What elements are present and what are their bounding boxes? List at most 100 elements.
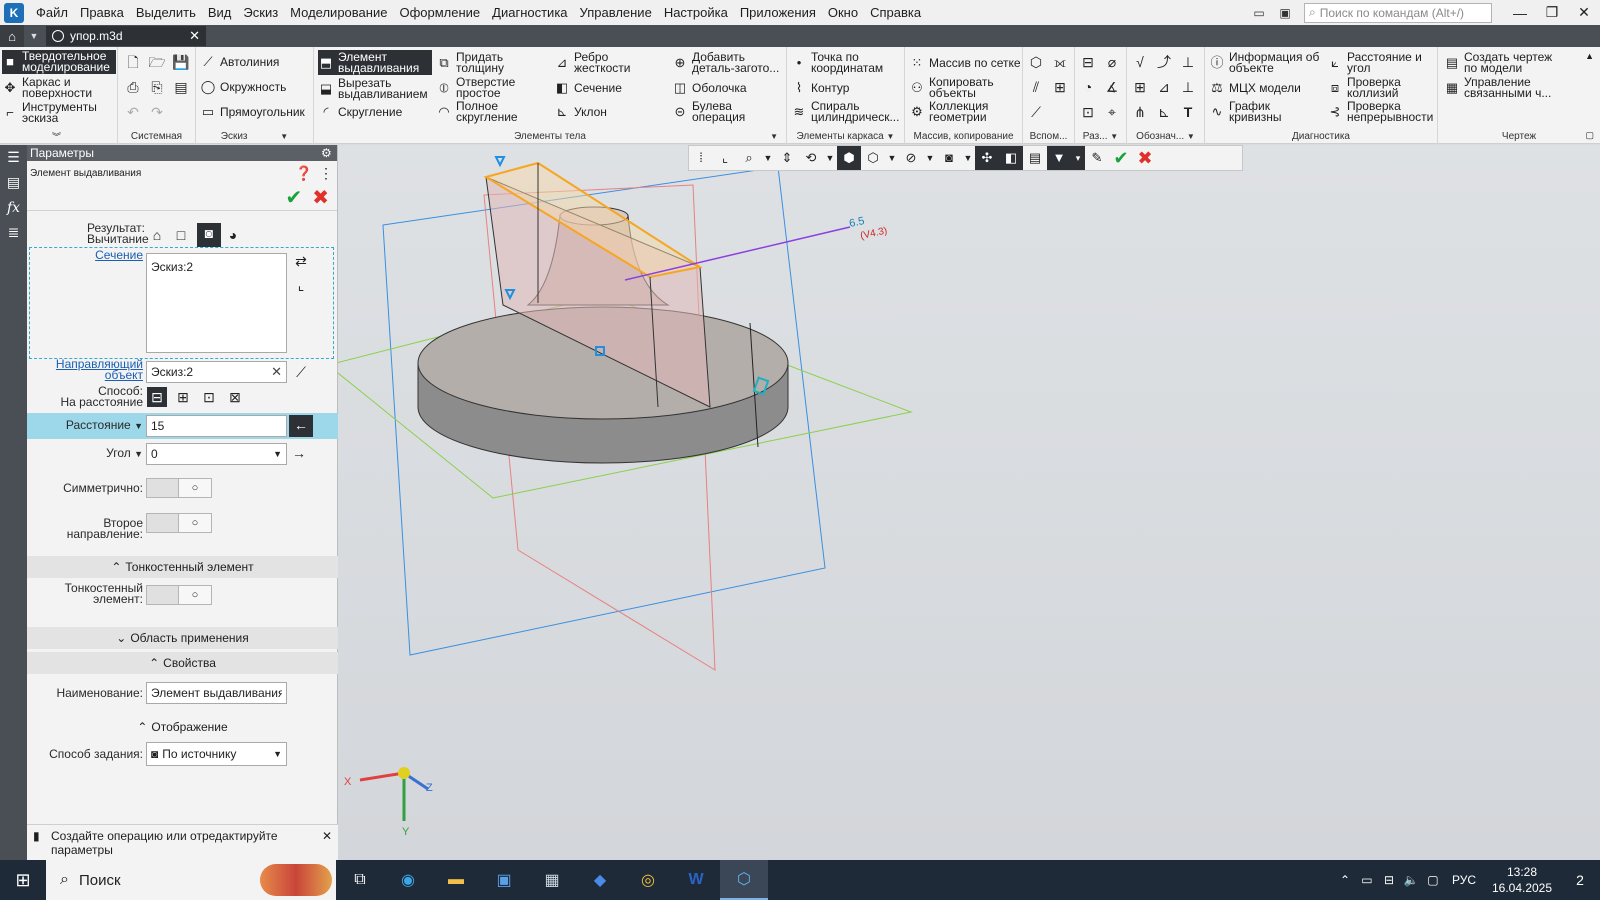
- full-fillet-button[interactable]: ◠ Полное скругление: [436, 100, 546, 123]
- rectangle-button[interactable]: ▭ Прямоугольник: [200, 104, 305, 120]
- angle-select[interactable]: 0 ▼: [146, 443, 287, 465]
- thin-wall-toggle[interactable]: ○: [146, 585, 212, 605]
- menu-sketch[interactable]: Эскиз: [237, 0, 284, 25]
- 3d-viewport[interactable]: 6.5 (V4.3) X Y Z ⁞ ⌞ ⌕ ▼ ⇕ ⟲ ▼ ⬢ ⬡ ▼ ⊘ ▼…: [338, 145, 1600, 860]
- mass-properties-button[interactable]: ⚖ МЦХ модели: [1209, 80, 1301, 96]
- panel-settings-gear-icon[interactable]: ⚙: [321, 146, 337, 160]
- rotate-dropdown-icon[interactable]: ▼: [823, 146, 837, 170]
- group-frame-chevron-icon[interactable]: ▼: [887, 132, 895, 141]
- angle-select-chevron-icon[interactable]: ▼: [273, 449, 282, 459]
- eyedropper-icon[interactable]: ✎: [1085, 146, 1109, 170]
- guide-object-link[interactable]: Направляющий объект: [47, 358, 143, 381]
- notifications-icon[interactable]: 2: [1560, 872, 1600, 888]
- menu-diagnostics[interactable]: Диагностика: [486, 0, 573, 25]
- expand-chevron-icon[interactable]: ︾: [52, 130, 61, 143]
- help-icon[interactable]: ❓: [293, 165, 315, 182]
- section-view-icon[interactable]: ◧: [999, 146, 1023, 170]
- aux-line-icon[interactable]: ⟋: [1027, 103, 1045, 121]
- zoom-dropdown-icon[interactable]: ▼: [761, 146, 775, 170]
- circle-button[interactable]: ◯ Окружность: [200, 79, 287, 95]
- menu-window[interactable]: Окно: [822, 0, 864, 25]
- section-list-item[interactable]: Эскиз:2: [151, 260, 193, 274]
- guide-object-field[interactable]: Эскиз:2 ✕: [146, 361, 287, 383]
- method-to-vertex-icon[interactable]: ⊞: [173, 387, 193, 407]
- curvature-graph-button[interactable]: ∿ График кривизны: [1209, 100, 1323, 123]
- rib-button[interactable]: ⊿ Ребро жесткости: [554, 51, 664, 74]
- view-mode-dropdown-icon[interactable]: ▼: [885, 146, 899, 170]
- document-tab[interactable]: упор.m3d ✕: [46, 26, 206, 46]
- thin-wall-section-header[interactable]: ⌃ Тонкостенный элемент: [27, 556, 338, 578]
- text-icon[interactable]: T: [1179, 103, 1197, 121]
- distance-input[interactable]: 15: [146, 415, 287, 437]
- tolerance-icon[interactable]: ⊞: [1131, 78, 1149, 96]
- menu-help[interactable]: Справка: [864, 0, 927, 25]
- guide-clear-icon[interactable]: ✕: [271, 364, 282, 380]
- close-icon[interactable]: ✕: [1568, 0, 1600, 25]
- command-search-input[interactable]: ⌕ Поиск по командам (Alt+/): [1304, 2, 1492, 23]
- section-link[interactable]: Сечение: [87, 249, 143, 261]
- continuity-check-button[interactable]: ⊰ Проверка непрерывности: [1327, 100, 1437, 123]
- geometry-collection-button[interactable]: ⚙ Коллекция геометрии: [909, 100, 1021, 123]
- group-sketch-chevron-icon[interactable]: ▼: [280, 132, 288, 141]
- spec-method-chevron-icon[interactable]: ▼: [273, 749, 282, 759]
- apply-checkmark-icon[interactable]: ✔: [1109, 146, 1133, 170]
- ribbon-scroll-up-icon[interactable]: ▲: [1585, 51, 1594, 61]
- draft-button[interactable]: ⊾ Уклон: [554, 104, 607, 120]
- ribbon-expand-icon[interactable]: ▢: [1585, 130, 1594, 141]
- solid-modeling-button[interactable]: ■ Твердотельное моделирование: [2, 50, 116, 74]
- menu-edit[interactable]: Правка: [74, 0, 130, 25]
- wireframe-view-icon[interactable]: ⬡: [861, 146, 885, 170]
- open-folder-icon[interactable]: 🗁: [148, 53, 166, 71]
- leader-icon[interactable]: ⤴: [1155, 53, 1173, 71]
- lcs-icon[interactable]: ⊞: [1051, 78, 1069, 96]
- calculator-icon[interactable]: ▦: [528, 860, 576, 900]
- layers-view-icon[interactable]: ▤: [1023, 146, 1047, 170]
- method-distance-icon[interactable]: ⊟: [147, 387, 167, 407]
- model-scene[interactable]: 6.5 (V4.3) X Y Z: [338, 145, 1600, 860]
- display-section-header[interactable]: ⌃ Отображение: [27, 716, 338, 738]
- screen-icon[interactable]: ▣: [1274, 4, 1296, 22]
- autoline-button[interactable]: ⟋ Автолиния: [200, 54, 279, 70]
- menu-view[interactable]: Вид: [202, 0, 238, 25]
- redo-icon[interactable]: ↷: [148, 103, 166, 121]
- properties-section-header[interactable]: ⌃ Свойства: [27, 652, 338, 674]
- object-info-button[interactable]: ⓘ Информация об объекте: [1209, 51, 1323, 74]
- section-button[interactable]: ◧ Сечение: [554, 80, 622, 96]
- menu-manage[interactable]: Управление: [574, 0, 658, 25]
- shell-button[interactable]: ◫ Оболочка: [672, 80, 747, 96]
- dimension-extra-icon[interactable]: ⌖: [1103, 103, 1121, 121]
- collision-check-button[interactable]: ⧈ Проверка коллизий: [1327, 76, 1437, 99]
- result-union-icon[interactable]: □: [171, 225, 191, 245]
- section-list[interactable]: Эскиз:2: [146, 253, 287, 353]
- orientation-icon[interactable]: ⌞: [713, 146, 737, 170]
- result-new-body-icon[interactable]: ⌂: [147, 225, 167, 245]
- layout-icon[interactable]: ▭: [1248, 4, 1270, 22]
- distance-angle-button[interactable]: ⟀ Расстояние и угол: [1327, 51, 1437, 74]
- save-icon[interactable]: 💾: [172, 53, 190, 71]
- angle-label[interactable]: Угол ▼: [47, 447, 143, 460]
- mark-alt-icon[interactable]: ⊾: [1155, 103, 1173, 121]
- ok-checkmark-icon[interactable]: ✔: [285, 185, 302, 210]
- chrome-icon[interactable]: ◎: [624, 860, 672, 900]
- axis-icon[interactable]: ⟗: [1051, 53, 1069, 71]
- scope-section-header[interactable]: ⌄ Область применения: [27, 627, 338, 649]
- taskbar-search[interactable]: ⌕ Поиск: [46, 860, 336, 900]
- close-tab-icon[interactable]: ✕: [189, 28, 200, 44]
- cut-extrude-button[interactable]: ⬓ Вырезать выдавливанием: [318, 76, 432, 101]
- camera-dropdown-icon[interactable]: ▼: [961, 146, 975, 170]
- thicken-button[interactable]: ⧉ Придать толщину: [436, 51, 546, 74]
- task-view-icon[interactable]: ⧉: [336, 860, 384, 900]
- handle-triangle-1[interactable]: [494, 156, 506, 168]
- group-razm-chevron-icon[interactable]: ▼: [1110, 132, 1118, 141]
- section-sketch-icon[interactable]: ⌞: [291, 275, 311, 295]
- method-to-surface-icon[interactable]: ⊡: [199, 387, 219, 407]
- filter-dropdown-icon[interactable]: ▾: [1071, 146, 1085, 170]
- usb-icon[interactable]: ⊟: [1378, 873, 1400, 887]
- offset-plane-icon[interactable]: ⫽: [1027, 78, 1045, 96]
- hide-dropdown-icon[interactable]: ▼: [923, 146, 937, 170]
- new-file-icon[interactable]: 🗋: [124, 53, 142, 71]
- store-icon[interactable]: ▣: [480, 860, 528, 900]
- input-language[interactable]: РУС: [1444, 873, 1484, 887]
- section-select-icon[interactable]: ⇄: [291, 251, 311, 271]
- grid-array-button[interactable]: ⁙ Массив по сетке: [909, 55, 1021, 71]
